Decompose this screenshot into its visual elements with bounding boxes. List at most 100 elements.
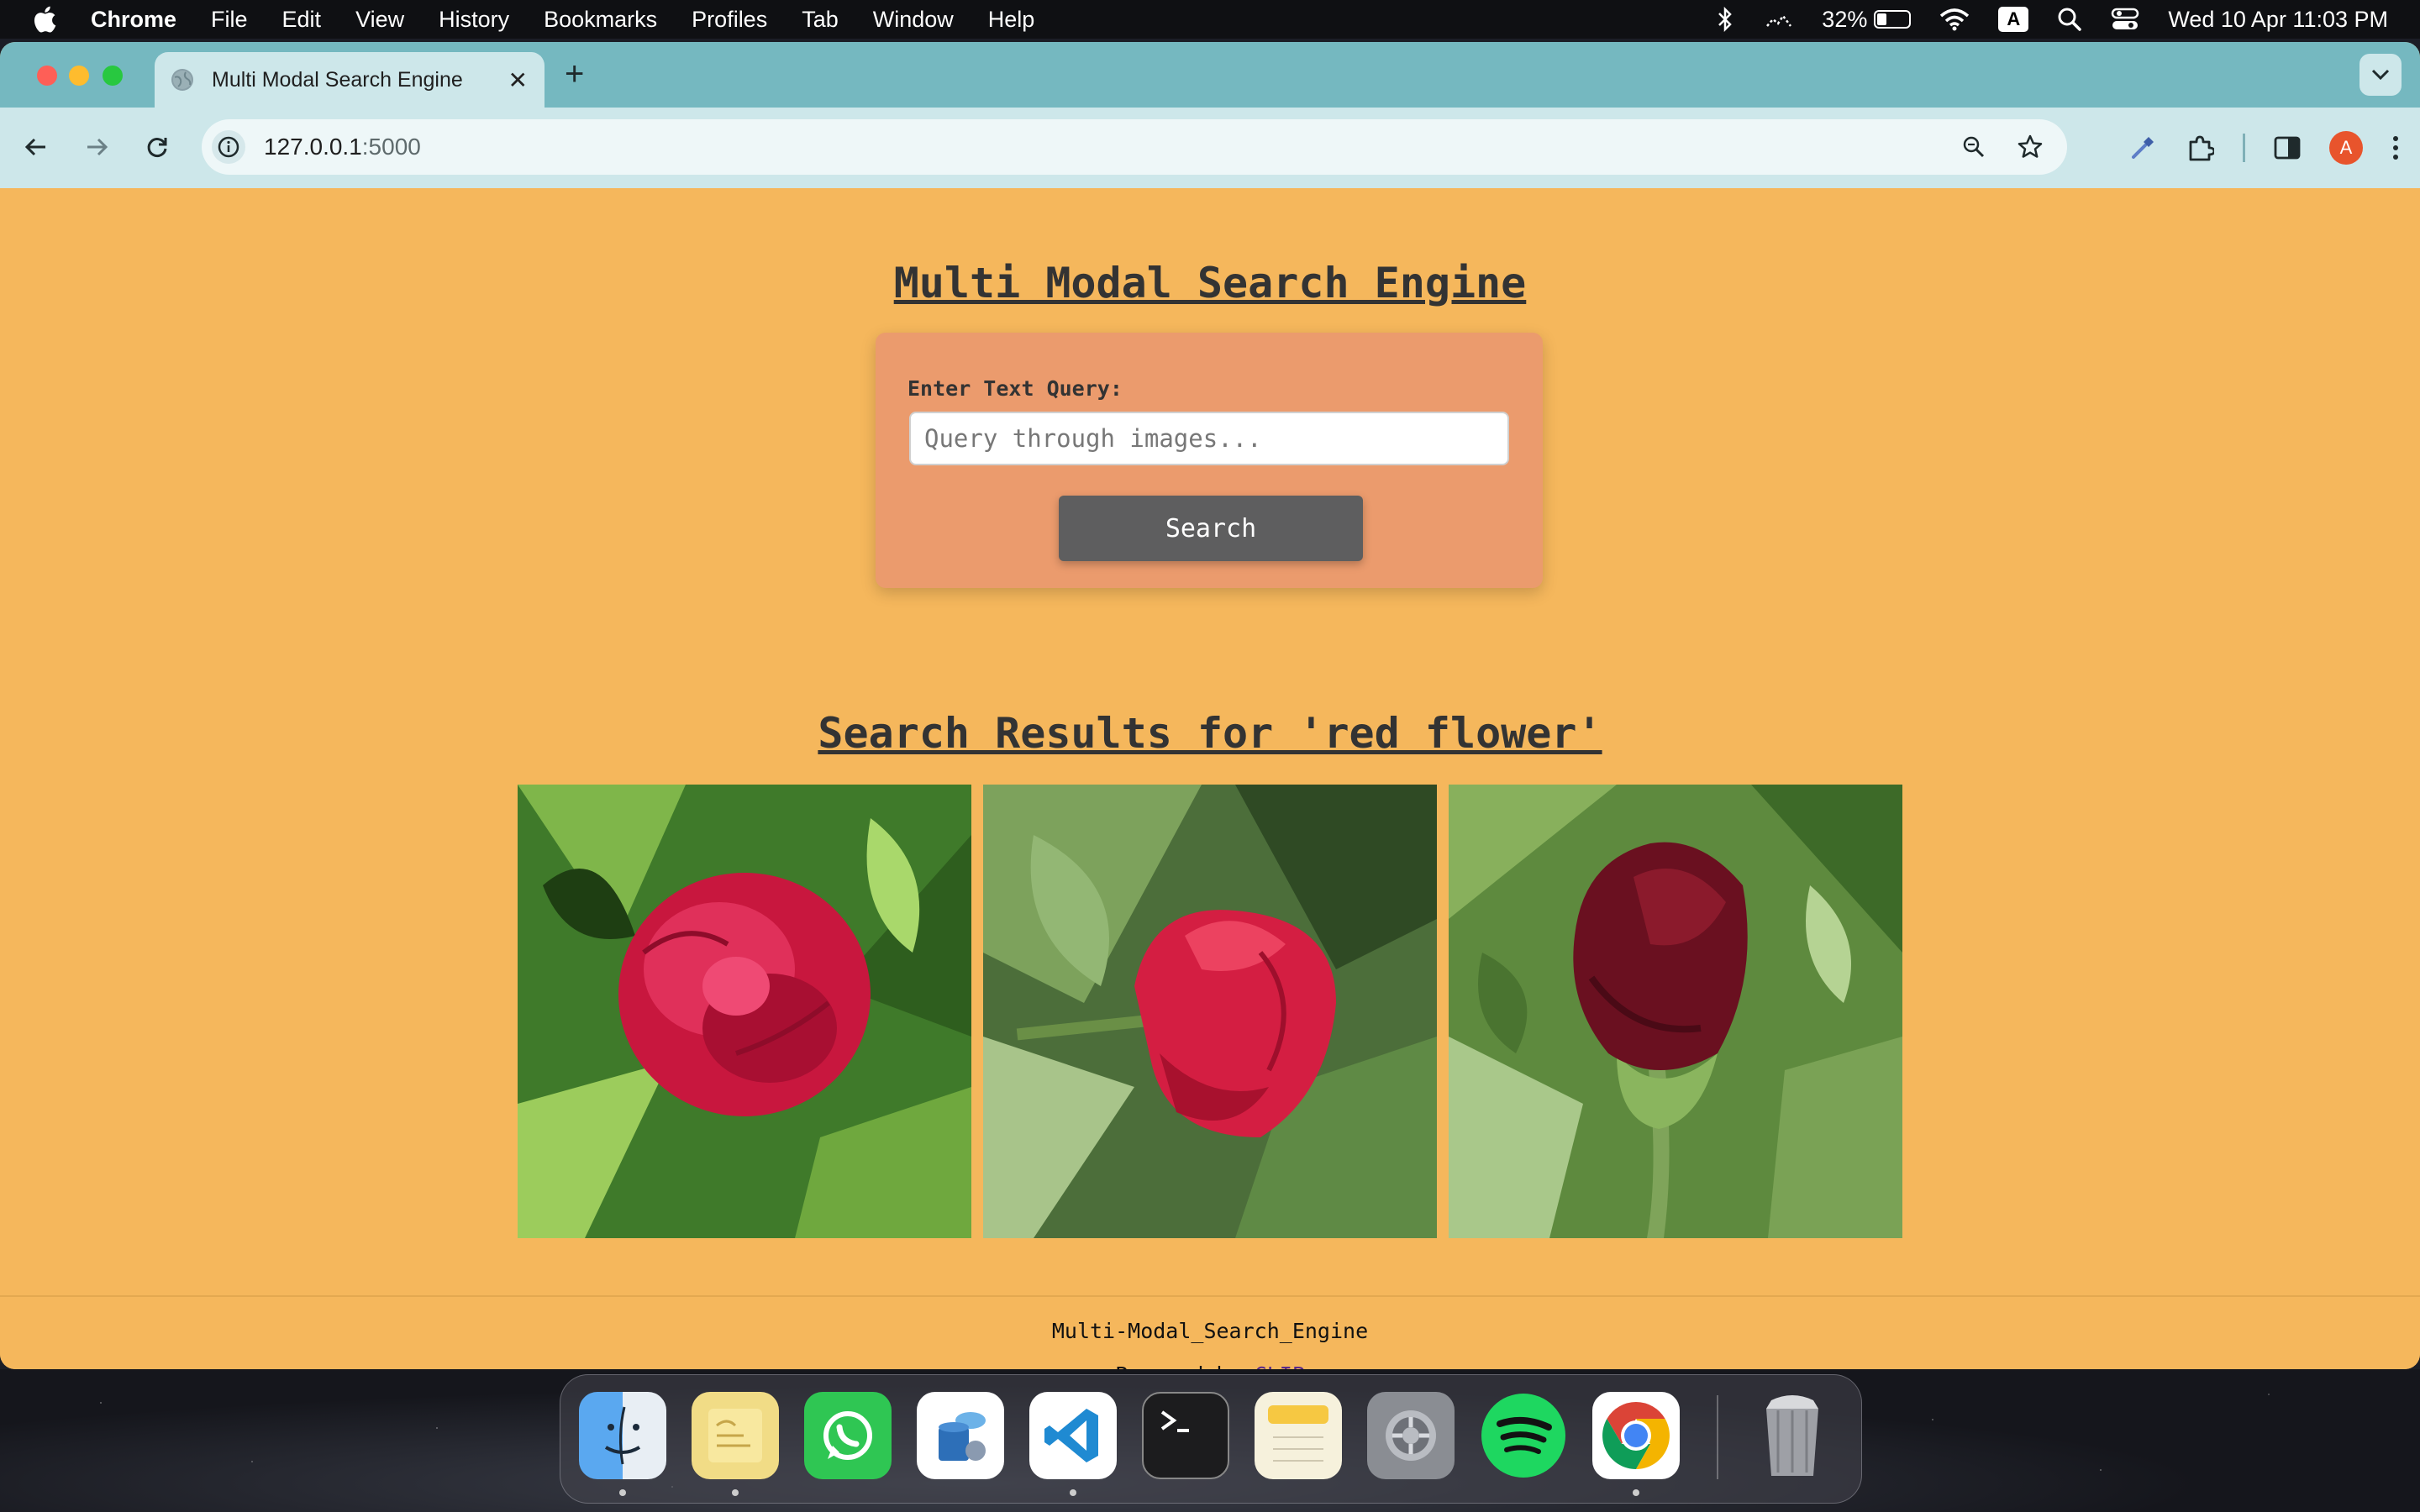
toolbar-divider: [2243, 134, 2245, 162]
toolbar-right-actions: A: [2128, 123, 2400, 173]
finder-icon: [604, 1406, 641, 1465]
bookmark-star-icon[interactable]: [2017, 134, 2044, 160]
dock-running-indicator: [1070, 1489, 1076, 1496]
dock-separator: [1717, 1395, 1718, 1479]
window-fullscreen-button[interactable]: [103, 66, 123, 86]
dock-finder[interactable]: [579, 1392, 666, 1479]
back-button[interactable]: [17, 128, 55, 166]
reload-button[interactable]: [138, 128, 176, 166]
dock-running-indicator: [619, 1489, 626, 1496]
bluetooth-off-icon[interactable]: [1714, 7, 1736, 32]
battery-percent: 32%: [1822, 6, 1868, 32]
menu-app-name[interactable]: Chrome: [91, 7, 176, 33]
chrome-window: Multi Modal Search Engine ✕ + 127.0.0.1:…: [0, 42, 2420, 1369]
stickies-icon: [708, 1409, 762, 1462]
query-input[interactable]: [909, 412, 1509, 465]
reload-icon: [147, 138, 167, 157]
footer-project-name: Multi-Modal_Search_Engine: [1051, 1319, 1369, 1343]
result-image-3[interactable]: [1449, 785, 1902, 1238]
dock-notes[interactable]: [1255, 1392, 1342, 1479]
menu-bookmarks[interactable]: Bookmarks: [544, 7, 657, 33]
vscode-icon: [1044, 1409, 1098, 1462]
site-info-icon[interactable]: [212, 130, 245, 164]
dock-chrome[interactable]: [1592, 1392, 1680, 1479]
search-form-card: Enter Text Query: Search: [876, 333, 1543, 588]
menu-help[interactable]: Help: [988, 7, 1035, 33]
display-icon[interactable]: [1765, 9, 1793, 29]
extensions-puzzle-icon[interactable]: [2186, 134, 2214, 162]
menu-profiles[interactable]: Profiles: [692, 7, 767, 33]
battery-status[interactable]: 32%: [1822, 6, 1912, 33]
address-bar-actions: [1961, 119, 2044, 175]
dock-vscode[interactable]: [1029, 1392, 1117, 1479]
menu-edit[interactable]: Edit: [282, 7, 322, 33]
eyedropper-extension-icon[interactable]: [2128, 134, 2157, 162]
menu-window[interactable]: Window: [873, 7, 954, 33]
tab-search-button[interactable]: [2360, 54, 2402, 96]
footer-powered-by: Powered by CLIP: [0, 1362, 2420, 1369]
wifi-icon[interactable]: [1939, 8, 1970, 31]
menu-file[interactable]: File: [211, 7, 248, 33]
chrome-icon: [1602, 1402, 1670, 1469]
database-cloud-icon: [939, 1412, 986, 1461]
dock-running-indicator: [732, 1489, 739, 1496]
dock-running-indicator: [1633, 1489, 1639, 1496]
dark-red-rose-image: [1449, 785, 1902, 1238]
result-image-1[interactable]: [518, 785, 971, 1238]
powered-by-text: Powered by: [1115, 1362, 1242, 1369]
window-close-button[interactable]: [37, 66, 57, 86]
dock-system-settings[interactable]: [1367, 1392, 1455, 1479]
new-tab-plus-icon[interactable]: +: [565, 55, 584, 93]
tab-multi-modal-search[interactable]: Multi Modal Search Engine ✕: [155, 52, 544, 108]
browser-toolbar: 127.0.0.1:5000 A: [0, 108, 2420, 189]
url-port: :5000: [361, 134, 421, 160]
dock-terminal[interactable]: [1142, 1392, 1229, 1479]
spotlight-search-icon[interactable]: [2057, 7, 2082, 32]
menu-bar-clock[interactable]: Wed 10 Apr 11:03 PM: [2168, 7, 2388, 33]
dock-spotify[interactable]: [1480, 1392, 1567, 1479]
more-menu-icon[interactable]: [2391, 134, 2400, 161]
results-title: Search Results for 'red flower': [818, 709, 1602, 758]
spotify-icon: [1481, 1394, 1565, 1478]
query-label: Enter Text Query:: [908, 376, 1123, 401]
arrow-left-icon: [24, 138, 45, 156]
dock-data-app[interactable]: [917, 1392, 1004, 1479]
address-bar[interactable]: 127.0.0.1:5000: [202, 119, 2067, 175]
apple-logo-icon[interactable]: [32, 5, 57, 34]
menu-tab[interactable]: Tab: [802, 7, 839, 33]
dock-trash[interactable]: [1749, 1392, 1836, 1479]
dock-whatsapp[interactable]: [804, 1392, 892, 1479]
macos-dock: [560, 1374, 1862, 1504]
footer-divider: [0, 1295, 2420, 1297]
menu-history[interactable]: History: [439, 7, 509, 33]
clip-link[interactable]: CLIP: [1255, 1362, 1305, 1369]
url-text[interactable]: 127.0.0.1:5000: [264, 134, 421, 160]
tab-title: Multi Modal Search Engine: [212, 67, 463, 92]
control-center-icon[interactable]: [2111, 8, 2139, 31]
web-page: Multi Modal Search Engine Enter Text Que…: [0, 188, 2420, 1369]
side-panel-icon[interactable]: [2274, 135, 2301, 160]
page-title: Multi Modal Search Engine: [893, 259, 1527, 307]
search-button[interactable]: Search: [1059, 496, 1363, 561]
battery-icon: [1874, 10, 1912, 29]
window-minimize-button[interactable]: [69, 66, 89, 86]
zoom-icon[interactable]: [1961, 134, 1986, 160]
tab-strip: Multi Modal Search Engine ✕ +: [0, 42, 2420, 108]
trash-icon: [1766, 1395, 1818, 1476]
red-peony-image: [518, 785, 971, 1238]
result-image-2[interactable]: [983, 785, 1437, 1238]
menu-view[interactable]: View: [355, 7, 404, 33]
profile-avatar[interactable]: A: [2329, 131, 2363, 165]
settings-gear-icon: [1386, 1410, 1436, 1461]
url-host: 127.0.0.1: [264, 134, 362, 160]
dock-stickies[interactable]: [692, 1392, 779, 1479]
whatsapp-icon: [823, 1411, 872, 1460]
globe-favicon-icon: [171, 69, 193, 91]
tab-close-icon[interactable]: ✕: [508, 66, 528, 94]
input-source-indicator[interactable]: A: [1998, 7, 2029, 32]
forward-button[interactable]: [77, 128, 116, 166]
terminal-icon: [1160, 1410, 1189, 1432]
chevron-down-icon: [2371, 69, 2390, 81]
notes-icon: [1268, 1405, 1328, 1462]
macos-menu-bar: Chrome File Edit View History Bookmarks …: [0, 0, 2420, 39]
